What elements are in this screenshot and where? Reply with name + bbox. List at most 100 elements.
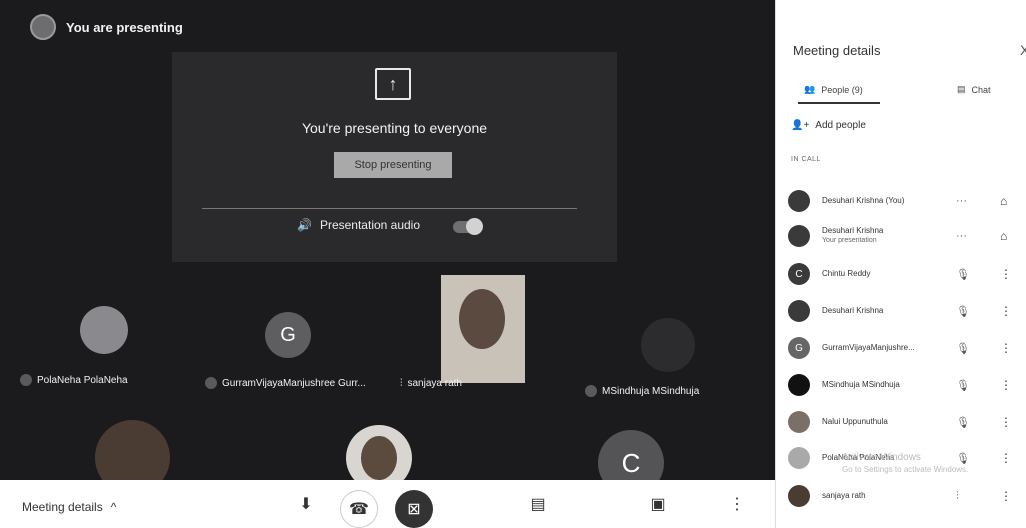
mic-off-icon: 🎙 bbox=[956, 305, 970, 318]
participant-name: MSindhuja MSindhuja bbox=[822, 380, 900, 389]
participant-tile-avatar: C bbox=[598, 430, 664, 480]
close-icon[interactable]: X bbox=[1020, 42, 1026, 58]
mic-icon bbox=[585, 385, 597, 397]
participant-row[interactable]: C Chintu Reddy 🎙 ⋮ bbox=[776, 258, 1026, 290]
participant-name: GurramVijayaManjushre... bbox=[822, 343, 915, 352]
presenting-banner: You are presenting bbox=[30, 14, 183, 40]
participant-tile-name: PolaNeha PolaNeha bbox=[20, 374, 128, 386]
speaking-icon: ⫶ bbox=[400, 378, 403, 389]
participant-row[interactable]: Desuhari Krishna 🎙 ⋮ bbox=[776, 295, 1026, 327]
participant-name: Nalui Uppunuthula bbox=[822, 417, 888, 426]
captions-icon: ▤ bbox=[530, 496, 546, 513]
speaking-icon: ⫶ bbox=[956, 489, 959, 502]
participant-tile-avatar bbox=[95, 420, 170, 480]
participant-row[interactable]: G GurramVijayaManjushre... 🎙 ⋮ bbox=[776, 332, 1026, 364]
chevron-up-icon: ^ bbox=[110, 500, 117, 514]
participant-face bbox=[459, 289, 505, 349]
avatar bbox=[788, 190, 810, 212]
participant-tile-name: ⫶ sanjaya rath bbox=[400, 378, 462, 389]
tab-chat[interactable]: ▤ Chat bbox=[957, 84, 991, 95]
meeting-details-toggle[interactable]: Meeting details ^ bbox=[22, 500, 116, 514]
more-icon[interactable]: ⋮ bbox=[1000, 304, 1012, 318]
in-call-heading: IN CALL bbox=[791, 156, 821, 163]
more-icon[interactable]: ⋮ bbox=[1000, 489, 1012, 503]
chat-icon: ▤ bbox=[957, 84, 966, 94]
avatar bbox=[788, 485, 810, 507]
presenting-title: You are presenting bbox=[66, 19, 183, 35]
presentation-stage: You are presenting ↑ You're presenting t… bbox=[0, 0, 775, 480]
participant-subtitle: Your presentation bbox=[822, 237, 877, 244]
avatar bbox=[788, 447, 810, 469]
activate-windows-watermark: Activate Windows Go to Settings to activ… bbox=[842, 452, 969, 474]
participant-row[interactable]: sanjaya rath ⫶ ⋮ bbox=[776, 480, 1026, 512]
presenting-card: ↑ You're presenting to everyone Stop pre… bbox=[172, 52, 617, 262]
mic-off-icon: 🎙 bbox=[956, 268, 970, 281]
presenting-message: You're presenting to everyone bbox=[301, 120, 488, 136]
add-people-button[interactable]: 👤+ Add people bbox=[791, 120, 866, 131]
pin-icon[interactable]: ⌂ bbox=[1000, 229, 1007, 243]
mic-off-icon: 🎙 bbox=[956, 416, 970, 429]
participant-row[interactable]: MSindhuja MSindhuja 🎙 ⋮ bbox=[776, 369, 1026, 401]
more-icon: ⋮ bbox=[729, 496, 745, 513]
add-person-icon: 👤+ bbox=[791, 120, 810, 131]
more-icon[interactable]: ⋮ bbox=[1000, 267, 1012, 281]
avatar: C bbox=[788, 263, 810, 285]
participant-row[interactable]: Desuhari Krishna (You) ··· ⌂ bbox=[776, 185, 1026, 217]
participant-name: Desuhari Krishna bbox=[822, 306, 884, 315]
more-icon[interactable]: ⋮ bbox=[1000, 451, 1012, 465]
avatar bbox=[788, 300, 810, 322]
avatar bbox=[788, 225, 810, 247]
hangup-icon: ☎ bbox=[349, 501, 369, 518]
participant-name: Chintu Reddy bbox=[822, 269, 871, 278]
bottom-control-bar: Meeting details ^ ⬇ ☎ ⊠ ▤ ▣ ⋮ bbox=[0, 480, 775, 528]
participant-tile-name: GurramVijayaManjushree Gurr... bbox=[205, 377, 366, 389]
presentation-audio-toggle[interactable] bbox=[453, 218, 483, 235]
participant-name: Desuhari Krishna Your presentation bbox=[822, 226, 884, 244]
pin-icon[interactable]: ⌂ bbox=[1000, 194, 1007, 208]
stop-presenting-button[interactable]: Stop presenting bbox=[334, 152, 452, 178]
avatar: G bbox=[788, 337, 810, 359]
hangup-button[interactable]: ☎ bbox=[340, 490, 378, 528]
more-icon[interactable]: ⋮ bbox=[1000, 415, 1012, 429]
participant-tile-name: MSindhuja MSindhuja bbox=[585, 385, 699, 397]
participant-row[interactable]: Desuhari Krishna Your presentation ··· ⌂ bbox=[776, 220, 1026, 252]
divider bbox=[202, 208, 577, 209]
mic-off-icon: 🎙 bbox=[956, 379, 970, 392]
mic-icon: ⬇ bbox=[299, 496, 313, 513]
more-icon[interactable]: ⋮ bbox=[1000, 378, 1012, 392]
people-icon: 👥 bbox=[804, 84, 816, 94]
tab-people-indicator bbox=[798, 102, 880, 104]
participant-tile-avatar bbox=[641, 318, 695, 372]
present-icon: ▣ bbox=[650, 496, 666, 513]
more-options-button[interactable]: ⋮ bbox=[729, 494, 745, 514]
participant-tile-avatar: G bbox=[265, 312, 311, 358]
audio-icon: 🔊 bbox=[297, 218, 312, 232]
participant-tile-avatar bbox=[80, 306, 128, 354]
more-icon[interactable]: ⋮ bbox=[1000, 341, 1012, 355]
participant-face bbox=[361, 436, 397, 480]
participant-video bbox=[441, 275, 525, 383]
mic-button[interactable]: ⬇ bbox=[296, 494, 316, 514]
camera-button[interactable]: ⊠ bbox=[395, 490, 433, 528]
camera-off-icon: ⊠ bbox=[407, 501, 421, 518]
presenter-avatar bbox=[30, 14, 56, 40]
present-now-button[interactable]: ▣ bbox=[648, 496, 668, 513]
participant-name: sanjaya rath bbox=[822, 491, 866, 500]
panel-title: Meeting details bbox=[793, 43, 881, 58]
tab-people[interactable]: 👥 People (9) bbox=[804, 84, 863, 95]
meeting-details-panel: Meeting details X 👥 People (9) ▤ Chat 👤+… bbox=[775, 0, 1026, 528]
mic-icon bbox=[205, 377, 217, 389]
more-icon[interactable]: ··· bbox=[956, 230, 967, 242]
participant-name: Desuhari Krishna (You) bbox=[822, 196, 905, 205]
captions-button[interactable]: ▤ bbox=[528, 496, 548, 513]
present-icon: ↑ bbox=[375, 68, 411, 100]
presentation-audio-label: Presentation audio bbox=[319, 218, 421, 232]
mic-off-icon: 🎙 bbox=[956, 342, 970, 355]
avatar bbox=[788, 374, 810, 396]
participant-tile-avatar bbox=[346, 425, 412, 480]
toggle-knob bbox=[466, 218, 483, 235]
presentation-audio-row: 🔊 Presentation audio bbox=[297, 218, 420, 232]
avatar bbox=[788, 411, 810, 433]
participant-row[interactable]: Nalui Uppunuthula 🎙 ⋮ bbox=[776, 406, 1026, 438]
more-icon[interactable]: ··· bbox=[956, 195, 967, 207]
